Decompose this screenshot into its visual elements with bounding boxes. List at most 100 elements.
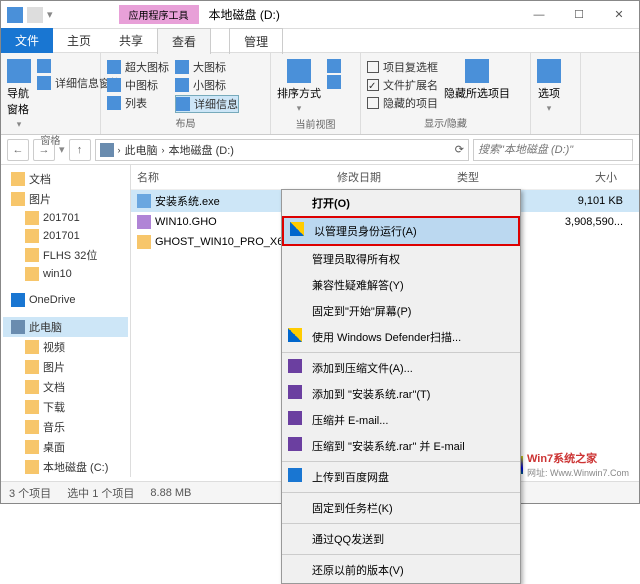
tree-item[interactable]: 本地磁盘 (C:)	[3, 457, 128, 477]
col-size[interactable]: 大小	[547, 169, 617, 185]
sort-button[interactable]: 排序方式▾	[277, 59, 321, 114]
home-tab[interactable]: 主页	[53, 28, 105, 53]
layout-md[interactable]: 中图标	[107, 77, 169, 93]
layout-details[interactable]: 详细信息	[175, 95, 239, 113]
file-ext-toggle[interactable]: 文件扩展名	[367, 77, 438, 93]
context-menu-item[interactable]: 添加到压缩文件(A)...	[282, 355, 520, 381]
tree-item[interactable]: 桌面	[3, 437, 128, 457]
addcol-button[interactable]	[327, 59, 341, 73]
menu-icon	[288, 385, 302, 399]
folder-icon	[25, 229, 39, 243]
address-bar-row: ← → ▾ ↑ › 此电脑 › 本地磁盘 (D:) ⟳	[1, 135, 639, 165]
share-tab[interactable]: 共享	[105, 28, 157, 53]
context-menu-item[interactable]: 压缩到 "安装系统.rar" 并 E-mail	[282, 433, 520, 459]
tree-item[interactable]: 文档	[3, 377, 128, 397]
context-menu-item[interactable]: 使用 Windows Defender扫描...	[282, 324, 520, 350]
breadcrumb[interactable]: › 此电脑 › 本地磁盘 (D:) ⟳	[95, 139, 469, 161]
tree-item[interactable]: 图片	[3, 357, 128, 377]
col-date[interactable]: 修改日期	[337, 169, 457, 185]
context-menu-item[interactable]: 还原以前的版本(V)	[282, 557, 520, 583]
menu-icon	[288, 411, 302, 425]
item-checkboxes[interactable]: 项目复选框	[367, 59, 438, 75]
folder-icon	[25, 440, 39, 454]
context-menu-item[interactable]: 通过QQ发送到	[282, 526, 520, 552]
tree-item[interactable]: 201701	[3, 209, 128, 227]
history-dropdown-icon[interactable]: ▾	[59, 143, 65, 156]
group-label: 显示/隐藏	[367, 113, 524, 132]
tree-item[interactable]: FLHS 32位	[3, 245, 128, 265]
group-label: 当前视图	[277, 114, 354, 133]
column-headers[interactable]: 名称 修改日期 类型 大小	[131, 165, 639, 190]
layout-xl[interactable]: 超大图标	[107, 59, 169, 75]
folder-icon	[25, 400, 39, 414]
tree-item[interactable]: 文档	[3, 169, 128, 189]
forward-button[interactable]: →	[33, 139, 55, 161]
window-title: 本地磁盘 (D:)	[209, 6, 280, 23]
qat-item[interactable]	[27, 7, 43, 23]
qat-dropdown-icon[interactable]: ▾	[47, 8, 53, 21]
selection-size: 8.88 MB	[150, 487, 191, 499]
hide-selected-button[interactable]: 隐藏所选项目	[444, 59, 510, 101]
folder-icon	[25, 340, 39, 354]
ribbon: 导航窗格▾ 预览窗格 详细信息窗格 窗格 超大图标 中图标 列表 大图标 小图标…	[1, 53, 639, 135]
menu-icon	[288, 468, 302, 482]
tree-item[interactable]: OneDrive	[3, 291, 128, 309]
layout-lg[interactable]: 大图标	[175, 59, 239, 75]
nav-pane-button[interactable]: 导航窗格▾	[7, 59, 31, 130]
back-button[interactable]: ←	[7, 139, 29, 161]
folder-icon	[25, 248, 39, 262]
file-tab[interactable]: 文件	[1, 28, 53, 53]
context-menu-item[interactable]: 打开(O)	[282, 190, 520, 216]
tree-item[interactable]: 下载	[3, 397, 128, 417]
menu-icon	[288, 328, 302, 342]
options-button[interactable]: 选项▾	[537, 59, 561, 114]
view-tab[interactable]: 查看	[157, 28, 211, 54]
nav-tree[interactable]: 文档图片201701201701FLHS 32位win10OneDrive此电脑…	[1, 165, 131, 477]
main-content: 文档图片201701201701FLHS 32位win10OneDrive此电脑…	[1, 165, 639, 477]
context-menu-item[interactable]: 固定到任务栏(K)	[282, 495, 520, 521]
close-button[interactable]: ✕	[599, 3, 639, 27]
manage-tab[interactable]: 管理	[229, 28, 283, 54]
context-menu-item[interactable]: 兼容性疑难解答(Y)	[282, 272, 520, 298]
maximize-button[interactable]: ☐	[559, 3, 599, 27]
folder-icon	[25, 211, 39, 225]
crumb-drive[interactable]: 本地磁盘 (D:)	[169, 142, 234, 158]
layout-list[interactable]: 列表	[107, 95, 169, 111]
quick-access-toolbar: ▾	[1, 7, 59, 23]
crumb-pc[interactable]: 此电脑	[125, 142, 158, 158]
search-input[interactable]	[473, 139, 633, 161]
selection-count: 选中 1 个项目	[67, 485, 134, 501]
folder-icon	[25, 460, 39, 474]
col-name[interactable]: 名称	[137, 169, 337, 185]
file-icon	[137, 215, 151, 229]
tree-item[interactable]: 图片	[3, 189, 128, 209]
context-menu-item[interactable]: 上传到百度网盘	[282, 464, 520, 490]
context-menu-item[interactable]: 固定到"开始"屏幕(P)	[282, 298, 520, 324]
tree-item[interactable]: 视频	[3, 337, 128, 357]
minimize-button[interactable]: —	[519, 3, 559, 27]
context-menu-item[interactable]: 管理员取得所有权	[282, 246, 520, 272]
fitcol-button[interactable]	[327, 75, 341, 89]
layout-sm[interactable]: 小图标	[175, 77, 239, 93]
col-type[interactable]: 类型	[457, 169, 547, 185]
context-menu-item[interactable]: 压缩并 E-mail...	[282, 407, 520, 433]
folder-icon	[11, 320, 25, 334]
context-menu-item[interactable]: 以管理员身份运行(A)	[282, 216, 520, 246]
tree-item[interactable]: 201701	[3, 227, 128, 245]
drive-icon	[100, 143, 114, 157]
refresh-button[interactable]: ⟳	[455, 143, 464, 156]
file-icon	[137, 235, 151, 249]
context-menu-item[interactable]: 添加到 "安装系统.rar"(T)	[282, 381, 520, 407]
tree-item[interactable]: win10	[3, 265, 128, 283]
app-icon	[7, 7, 23, 23]
file-list[interactable]: 名称 修改日期 类型 大小 安装系统.exe9,101 KBWIN10.GHO3…	[131, 165, 639, 477]
hidden-items-toggle[interactable]: 隐藏的项目	[367, 95, 438, 111]
item-count: 3 个项目	[9, 485, 51, 501]
up-button[interactable]: ↑	[69, 139, 91, 161]
tree-item[interactable]: 此电脑	[3, 317, 128, 337]
folder-icon	[11, 172, 25, 186]
menu-icon	[288, 359, 302, 373]
menu-icon	[290, 222, 304, 236]
file-icon	[137, 194, 151, 208]
tree-item[interactable]: 音乐	[3, 417, 128, 437]
